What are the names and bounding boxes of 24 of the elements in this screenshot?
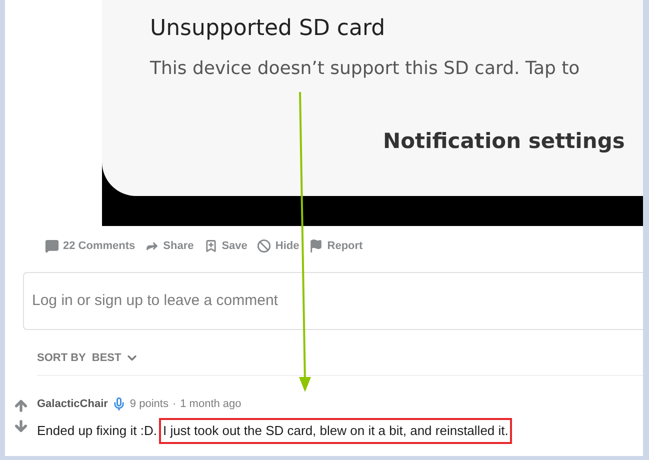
notification-message: This device doesn’t support this SD card. Tap to xyxy=(150,57,581,81)
hide-icon xyxy=(257,239,272,253)
comment-text: Ended up fixing it :D. xyxy=(37,422,157,440)
notification-title: Unsupported SD card xyxy=(150,15,386,43)
action-button[interactable]: Share xyxy=(145,238,194,254)
action-button[interactable]: 22 Comments xyxy=(45,238,136,254)
downvote-icon[interactable] xyxy=(13,418,29,434)
comment-points: 9 points xyxy=(130,396,168,412)
action-button[interactable]: Save xyxy=(204,238,248,254)
bookmark-icon xyxy=(204,239,218,253)
comment-input[interactable]: Log in or sign up to leave a comment xyxy=(23,272,643,330)
comment-icon xyxy=(45,239,59,253)
flag-icon xyxy=(309,239,324,253)
sort-label: SORT BY xyxy=(37,351,86,366)
sort-dropdown[interactable]: BEST xyxy=(92,350,140,366)
microphone-icon xyxy=(112,396,126,411)
upvote-icon[interactable] xyxy=(13,398,29,414)
separator-dot: · xyxy=(172,396,176,412)
comment-age: 1 month ago xyxy=(180,396,242,412)
comment-author[interactable]: GalacticChair xyxy=(37,396,108,412)
action-button[interactable]: Hide xyxy=(257,238,300,254)
highlighted-comment-text: I just took out the SD card, blew on it a bit, and reinstalled it. xyxy=(158,418,512,444)
notification-settings-button[interactable]: Notification settings xyxy=(383,129,625,153)
action-button[interactable]: Report xyxy=(309,238,363,254)
